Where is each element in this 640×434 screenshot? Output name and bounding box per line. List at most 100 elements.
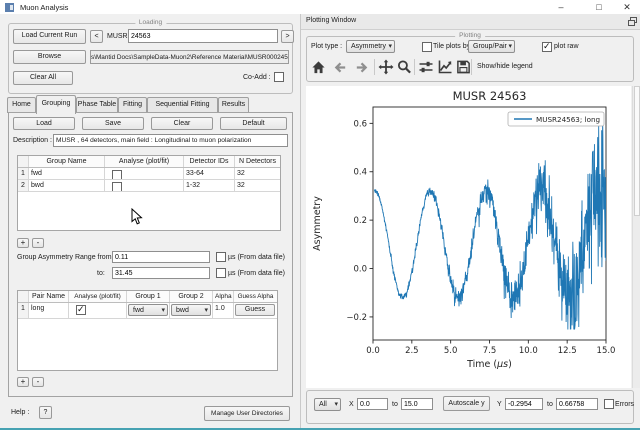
pair-table-header-analyse: Analyse (plot/fit): [69, 291, 127, 302]
run-number-input[interactable]: [128, 29, 278, 43]
manage-user-directories-button[interactable]: Manage User Directories: [204, 406, 290, 421]
detector-ids-cell[interactable]: 1-32: [184, 180, 235, 191]
analyse-cell[interactable]: [105, 168, 184, 179]
table-row[interactable]: 2 bwd 1-32 32: [18, 180, 280, 192]
tab-grouping[interactable]: Grouping: [36, 95, 76, 114]
plot-type-select[interactable]: Asymmetry▾: [346, 40, 395, 53]
x-tick-label: 12.5: [558, 346, 577, 356]
vertical-scrollbar[interactable]: [632, 86, 640, 388]
subplots-config-icon[interactable]: [418, 59, 434, 75]
analyse-checkbox[interactable]: [112, 170, 122, 179]
help-label: Help :: [11, 409, 29, 416]
toolbar-separator: [414, 59, 415, 75]
next-run-button[interactable]: >: [281, 30, 294, 43]
plot-raw-checkbox[interactable]: [542, 42, 552, 52]
pair-name-cell[interactable]: long: [29, 303, 69, 318]
asymmetry-plot[interactable]: 0.02.55.07.510.012.515.0−0.20.00.20.40.6…: [306, 86, 631, 388]
group-table[interactable]: Group Name Analyse (plot/fit) Detector I…: [17, 155, 281, 231]
pair-analyse-cell[interactable]: [69, 303, 127, 318]
group2-cell[interactable]: bwd▾: [170, 303, 213, 318]
tab-sequential-fitting[interactable]: Sequential Fitting: [147, 97, 218, 113]
plotting-window-titlebar[interactable]: Plotting Window: [301, 14, 640, 30]
guess-button[interactable]: Guess: [235, 304, 275, 316]
legend-label: MUSR24563; long: [536, 115, 600, 124]
grouping-clear-button[interactable]: Clear: [151, 117, 213, 130]
x-tick-label: 2.5: [405, 346, 419, 356]
group1-cell[interactable]: fwd▾: [127, 303, 170, 318]
browse-button[interactable]: Browse: [13, 50, 86, 64]
grouping-default-button[interactable]: Default: [220, 117, 287, 130]
range-from-input[interactable]: [112, 251, 210, 263]
autoscale-y-button[interactable]: Autoscale y: [443, 396, 490, 411]
group-table-header-ids: Detector IDs: [184, 156, 235, 167]
grouping-load-button[interactable]: Load: [13, 117, 75, 130]
table-row[interactable]: 1 long fwd▾ bwd▾ 1.0 Guess: [18, 303, 277, 319]
x-tick-label: 10.0: [519, 346, 538, 356]
x-to-input[interactable]: [401, 398, 433, 410]
tile-plots-checkbox[interactable]: [422, 42, 432, 52]
tile-by-select[interactable]: Group/Pair▾: [468, 40, 515, 53]
range-from-file-checkbox[interactable]: [216, 252, 226, 262]
plotting-groupbox-label: Plotting: [455, 32, 485, 39]
save-icon[interactable]: [456, 59, 471, 75]
pan-icon[interactable]: [378, 59, 394, 75]
range-to-input[interactable]: [112, 267, 210, 279]
errors-checkbox[interactable]: [604, 399, 614, 409]
group-name-cell[interactable]: bwd: [29, 180, 105, 191]
customize-plot-icon[interactable]: [437, 59, 453, 75]
coadd-checkbox[interactable]: [274, 72, 284, 82]
minimize-button[interactable]: –: [551, 1, 571, 13]
scrollbar-thumb[interactable]: [634, 86, 640, 216]
group2-select[interactable]: bwd▾: [171, 304, 211, 316]
group2-value: bwd: [176, 307, 189, 314]
float-window-icon[interactable]: [628, 17, 637, 26]
x-from-input[interactable]: [357, 398, 388, 410]
range-to-file-checkbox[interactable]: [216, 268, 226, 278]
forward-icon[interactable]: [354, 60, 369, 75]
guess-alpha-cell[interactable]: Guess: [234, 303, 277, 318]
group1-select[interactable]: fwd▾: [128, 304, 168, 316]
pair-table-header-group2: Group 2: [170, 291, 213, 302]
window-bottom-border: [0, 428, 640, 430]
n-detectors-cell[interactable]: 32: [235, 180, 280, 191]
pair-table[interactable]: Pair Name Analyse (plot/fit) Group 1 Gro…: [17, 290, 278, 371]
remove-pair-button[interactable]: -: [32, 377, 44, 387]
detector-ids-cell[interactable]: 33-64: [184, 168, 235, 179]
y-from-input[interactable]: [505, 398, 543, 410]
add-group-button[interactable]: +: [17, 238, 29, 248]
previous-run-button[interactable]: <: [90, 30, 103, 43]
description-field[interactable]: MUSR , 64 detectors, main field : Longit…: [53, 134, 288, 147]
add-pair-button[interactable]: +: [17, 377, 29, 387]
load-current-run-button[interactable]: Load Current Run: [13, 29, 86, 44]
y-to-input[interactable]: [556, 398, 598, 410]
back-icon[interactable]: [333, 60, 348, 75]
show-hide-legend-button[interactable]: Show/hide legend: [477, 63, 533, 70]
tab-results[interactable]: Results: [218, 97, 249, 113]
plotting-window-title: Plotting Window: [306, 17, 356, 24]
remove-group-button[interactable]: -: [32, 238, 44, 248]
alpha-cell[interactable]: 1.0: [213, 303, 234, 318]
analyse-checkbox[interactable]: [112, 182, 122, 191]
chevron-down-icon: ▾: [334, 399, 338, 411]
x-axis-label: Time (µs): [466, 359, 512, 370]
tab-fitting[interactable]: Fitting: [118, 97, 147, 113]
pair-analyse-checkbox[interactable]: [76, 305, 86, 315]
x-tick-label: 15.0: [597, 346, 616, 356]
description-label: Description :: [13, 137, 52, 144]
range-to-label: to:: [97, 270, 105, 277]
curve-scope-select[interactable]: All▾: [314, 398, 341, 411]
grouping-save-button[interactable]: Save: [82, 117, 144, 130]
group-name-cell[interactable]: fwd: [29, 168, 105, 179]
close-button[interactable]: ✕: [617, 1, 637, 13]
zoom-icon[interactable]: [397, 59, 412, 75]
row-number: 1: [18, 168, 29, 179]
tab-home[interactable]: Home: [7, 97, 36, 113]
maximize-button[interactable]: □: [589, 1, 609, 13]
home-icon[interactable]: [311, 60, 326, 75]
analyse-cell[interactable]: [105, 180, 184, 191]
clear-all-button[interactable]: Clear All: [13, 71, 73, 85]
help-button[interactable]: ?: [39, 406, 52, 419]
n-detectors-cell[interactable]: 32: [235, 168, 280, 179]
table-row[interactable]: 1 fwd 33-64 32: [18, 168, 280, 180]
tab-phase-table[interactable]: Phase Table: [76, 97, 118, 113]
